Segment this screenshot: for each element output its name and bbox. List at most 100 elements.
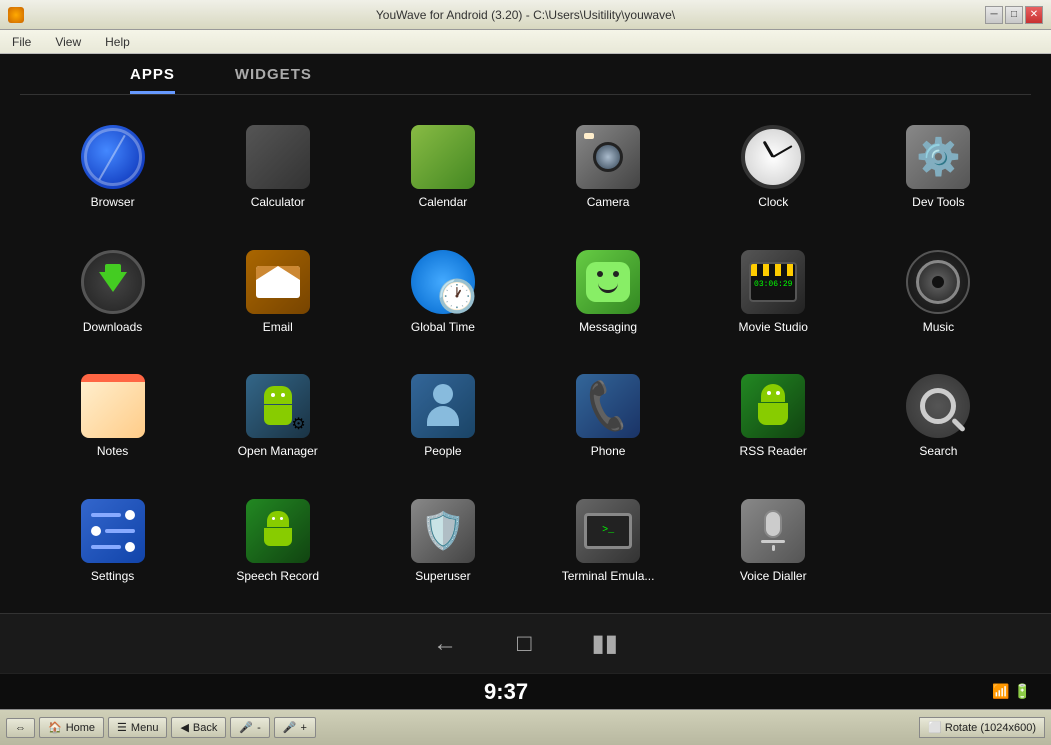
rotate-icon: ⬜ [928, 722, 942, 734]
andy-body [758, 403, 788, 425]
app-terminal-label: Terminal Emula... [562, 569, 655, 583]
app-speechrecord-label: Speech Record [236, 569, 319, 583]
mic-minus: - [257, 722, 261, 734]
app-downloads-label: Downloads [83, 320, 142, 334]
clapboard-time: 03:06:29 [751, 280, 795, 289]
back-button[interactable]: ◀ Back [171, 717, 226, 738]
andy-eye-left [767, 391, 771, 395]
moviestyle-icon: 03:06:29 [741, 250, 805, 314]
app-calendar[interactable]: Calendar [360, 105, 525, 230]
window-controls[interactable]: ─ □ ✕ [985, 6, 1043, 24]
app-devtools-label: Dev Tools [912, 195, 964, 209]
calendar-icon [411, 125, 475, 189]
app-voicedialler[interactable]: Voice Dialler [691, 479, 856, 604]
app-search[interactable]: Search [856, 354, 1021, 479]
menu-view[interactable]: View [51, 33, 85, 51]
settings-sliders [91, 510, 135, 552]
app-browser-label: Browser [91, 195, 135, 209]
app-settings-label: Settings [91, 569, 134, 583]
phone-icon: 📞 [576, 374, 640, 438]
mic-up-button[interactable]: 🎤 + [274, 717, 316, 738]
menu-help[interactable]: Help [101, 33, 134, 51]
app-superuser[interactable]: 🛡️ Superuser [360, 479, 525, 604]
person-body [427, 406, 459, 426]
rotate-label: Rotate (1024x600) [945, 722, 1036, 734]
app-email[interactable]: Email [195, 230, 360, 355]
person-avatar [425, 384, 461, 428]
andy-eye-right [776, 391, 780, 395]
people-icon [411, 374, 475, 438]
app-notes[interactable]: Notes [30, 354, 195, 479]
app-messaging[interactable]: Messaging [526, 230, 691, 355]
menu-file[interactable]: File [8, 33, 35, 51]
arrows-button[interactable]: ⇔ [6, 718, 35, 738]
close-button[interactable]: ✕ [1025, 6, 1043, 24]
app-music[interactable]: Music [856, 230, 1021, 355]
bot-head [264, 386, 292, 404]
slider-thumb-3 [125, 542, 135, 552]
nav-back-button[interactable]: ← [433, 630, 457, 658]
back-label: Back [193, 722, 217, 734]
app-people[interactable]: People [360, 354, 525, 479]
maximize-button[interactable]: □ [1005, 6, 1023, 24]
slider-row-3 [91, 542, 135, 552]
home-button[interactable]: 🏠 Home [39, 717, 104, 738]
app-rss-label: RSS Reader [740, 444, 807, 458]
app-clock[interactable]: Clock [691, 105, 856, 230]
app-phone-label: Phone [591, 444, 626, 458]
title-bar: YouWave for Android (3.20) - C:\Users\Us… [0, 0, 1051, 30]
globaltime-icon: 🕐 [411, 250, 475, 314]
mic-down-button[interactable]: 🎤 - [230, 717, 269, 738]
app-devtools[interactable]: ⚙️ Dev Tools [856, 105, 1021, 230]
slider-thumb-2 [91, 526, 101, 536]
app-moviestyle[interactable]: 03:06:29 Movie Studio [691, 230, 856, 355]
mic-post [772, 545, 775, 551]
rss-icon [741, 374, 805, 438]
app-openmanager-label: Open Manager [238, 444, 318, 458]
app-rss[interactable]: RSS Reader [691, 354, 856, 479]
tab-apps[interactable]: APPS [130, 66, 175, 94]
battery-icon: 🔋 [1014, 683, 1031, 700]
slider-row-2 [91, 526, 135, 536]
app-terminal[interactable]: >_ Terminal Emula... [526, 479, 691, 604]
clapboard-top [751, 264, 795, 276]
app-moviestyle-label: Movie Studio [739, 320, 808, 334]
app-speechrecord[interactable]: Speech Record [195, 479, 360, 604]
messaging-face [586, 262, 630, 302]
rotate-button[interactable]: ⬜ Rotate (1024x600) [919, 717, 1045, 738]
app-settings[interactable]: Settings [30, 479, 195, 604]
app-calculator[interactable]: Calculator [195, 105, 360, 230]
back-icon: ◀ [180, 721, 188, 734]
bot-body [264, 405, 292, 425]
microphone-icon [761, 510, 785, 551]
camera-lens [593, 142, 623, 172]
app-globaltime[interactable]: 🕐 Global Time [360, 230, 525, 355]
speechrecord-icon [246, 499, 310, 563]
android-nav-bar: ← □ ▮▮ [0, 613, 1051, 673]
app-people-label: People [424, 444, 461, 458]
msg-eye-left [597, 271, 603, 277]
nav-home-button[interactable]: □ [517, 630, 532, 658]
android-bot [260, 386, 296, 426]
status-time: 9:37 [484, 679, 528, 705]
camera-flash [584, 133, 594, 139]
pc-taskbar: ⇔ 🏠 Home ☰ Menu ◀ Back 🎤 - 🎤 + ⬜ Rotate … [0, 709, 1051, 745]
app-icon [8, 7, 24, 23]
home-icon: 🏠 [48, 721, 62, 734]
app-camera[interactable]: Camera [526, 105, 691, 230]
tab-widgets[interactable]: WIDGETS [235, 66, 312, 94]
openmanager-icon: ⚙ [246, 374, 310, 438]
terminal-icon: >_ [576, 499, 640, 563]
app-search-label: Search [919, 444, 957, 458]
clock-minute-hand [773, 145, 793, 158]
nav-recent-button[interactable]: ▮▮ [592, 629, 618, 658]
app-openmanager[interactable]: ⚙ Open Manager [195, 354, 360, 479]
app-downloads[interactable]: Downloads [30, 230, 195, 355]
notes-icon [81, 374, 145, 438]
menu-button[interactable]: ☰ Menu [108, 717, 167, 738]
superuser-icon: 🛡️ [411, 499, 475, 563]
slider-track-1 [91, 513, 121, 517]
app-browser[interactable]: Browser [30, 105, 195, 230]
minimize-button[interactable]: ─ [985, 6, 1003, 24]
app-phone[interactable]: 📞 Phone [526, 354, 691, 479]
